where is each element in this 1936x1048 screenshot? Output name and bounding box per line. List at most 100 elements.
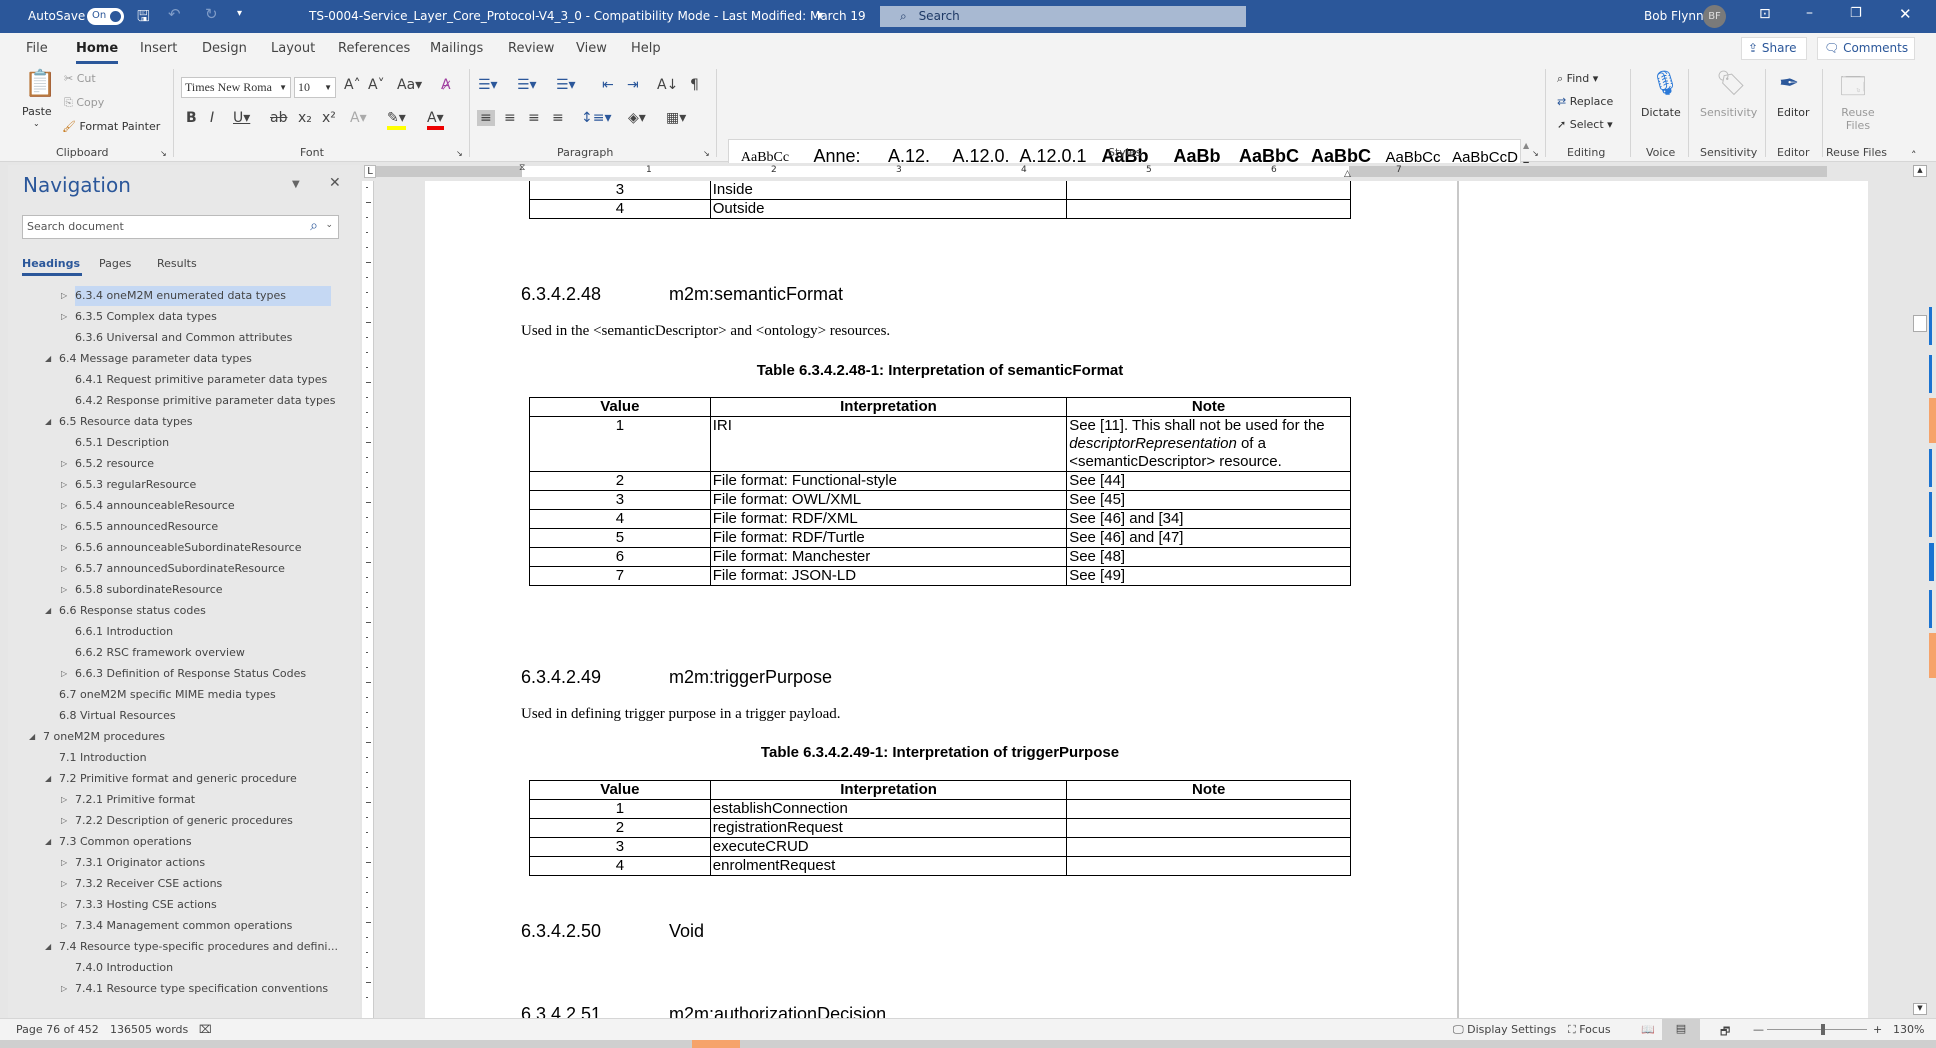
collapsed-triangle-icon[interactable]: ▷ <box>61 853 67 873</box>
nav-heading-item[interactable]: ◢ 6.4 Message parameter data types <box>45 349 252 369</box>
taskbar-app-indicator[interactable] <box>692 1040 740 1048</box>
tab-file[interactable]: File <box>26 41 48 56</box>
close-pane-icon[interactable]: ✕ <box>329 175 341 191</box>
tab-layout[interactable]: Layout <box>271 41 315 56</box>
paragraph-mark-icon[interactable]: ¶ <box>690 77 699 93</box>
format-painter-button[interactable]: 🖌 Format Painter <box>62 120 160 133</box>
nav-heading-item[interactable]: 6.5.1 Description <box>75 433 169 453</box>
document-page[interactable]: 2Leaving3Inside4Outside 6.3.4.2.48 m2m:sem… <box>425 181 1868 1018</box>
expanded-triangle-icon[interactable]: ◢ <box>45 601 51 621</box>
select-button[interactable]: ➚ Select ▾ <box>1557 118 1613 131</box>
nav-heading-item[interactable]: ◢ 7.2 Primitive format and generic proced… <box>45 769 297 789</box>
collapsed-triangle-icon[interactable]: ▷ <box>61 496 67 516</box>
nav-heading-item[interactable]: ▷ 6.5.2 resource <box>61 454 154 474</box>
title-dropdown-icon[interactable]: ▼ <box>817 11 823 20</box>
print-layout-icon[interactable]: ▤ <box>1662 1019 1700 1040</box>
read-mode-icon[interactable]: 📖 <box>1641 1023 1655 1036</box>
tab-view[interactable]: View <box>576 41 607 56</box>
scroll-thumb[interactable] <box>1913 315 1927 332</box>
collapsed-triangle-icon[interactable]: ▷ <box>61 580 67 600</box>
collapsed-triangle-icon[interactable]: ▷ <box>61 811 67 831</box>
pane-options-icon[interactable]: ▼ <box>292 179 300 190</box>
zoom-slider-thumb[interactable] <box>1820 1024 1825 1035</box>
vertical-scrollbar[interactable]: ▲ ▼ <box>1912 163 1928 1018</box>
restore-icon[interactable]: ❐ <box>1850 6 1862 21</box>
highlight-icon[interactable]: ✎▾ <box>387 110 406 130</box>
tab-mailings[interactable]: Mailings <box>430 41 483 56</box>
nav-heading-item[interactable]: ▷ 7.3.2 Receiver CSE actions <box>61 874 222 894</box>
nav-heading-item[interactable]: ▷ 6.5.3 regularResource <box>61 475 196 495</box>
search-icon[interactable]: ⌕ <box>310 218 318 234</box>
collapsed-triangle-icon[interactable]: ▷ <box>61 475 67 495</box>
proofing-icon[interactable]: ⌧ <box>199 1023 212 1036</box>
cut-button[interactable]: ✂ Cut <box>64 72 96 85</box>
microphone-icon[interactable]: 🎙 <box>1650 69 1680 97</box>
multilevel-list-icon[interactable]: ☰▾ <box>556 77 576 93</box>
nav-heading-item[interactable]: ◢ 6.6 Response status codes <box>45 601 206 621</box>
shrink-font-icon[interactable]: A˅ <box>368 77 385 93</box>
nav-heading-item[interactable]: 6.6.2 RSC framework overview <box>75 643 245 663</box>
minimize-icon[interactable]: – <box>1806 5 1813 21</box>
nav-heading-item[interactable]: ▷ 6.5.6 announceableSubordinateResource <box>61 538 301 558</box>
nav-heading-item[interactable]: ▷ 6.5.7 announcedSubordinateResource <box>61 559 285 579</box>
nav-heading-item[interactable]: ▷ 7.2.1 Primitive format <box>61 790 195 810</box>
nav-tab-results[interactable]: Results <box>157 257 197 270</box>
tab-help[interactable]: Help <box>631 41 661 56</box>
styles-scroll-up-icon[interactable]: ▲ <box>1523 141 1529 150</box>
page-count[interactable]: Page 76 of 452 <box>16 1023 99 1036</box>
collapsed-triangle-icon[interactable]: ▷ <box>61 979 67 999</box>
chevron-down-icon[interactable]: ⌄ <box>325 220 333 230</box>
editor-button[interactable]: Editor <box>1777 106 1810 119</box>
word-count[interactable]: 136505 words <box>110 1023 188 1036</box>
tab-home[interactable]: Home <box>76 41 119 64</box>
justify-icon[interactable]: ≡ <box>552 110 564 126</box>
expanded-triangle-icon[interactable]: ◢ <box>45 832 51 852</box>
bold-icon[interactable]: B <box>186 110 197 126</box>
zoom-slider[interactable] <box>1767 1029 1867 1030</box>
nav-heading-item[interactable]: ◢ 6.5 Resource data types <box>45 412 193 432</box>
nav-tab-pages[interactable]: Pages <box>99 257 131 270</box>
redo-icon[interactable]: ↻ <box>205 5 218 23</box>
nav-heading-item[interactable]: ▷ 7.2.2 Description of generic procedures <box>61 811 293 831</box>
reuse-files-button[interactable]: Reuse Files <box>1838 106 1878 132</box>
font-color-icon[interactable]: A▾ <box>427 110 444 130</box>
search-box[interactable]: ⌕ Search <box>880 6 1246 27</box>
comments-button[interactable]: 🗨 Comments <box>1817 37 1915 60</box>
find-button[interactable]: ⌕ Find ▾ <box>1557 72 1598 86</box>
italic-icon[interactable]: I <box>210 110 214 126</box>
first-line-indent-marker[interactable]: ⧖ <box>519 163 525 173</box>
underline-icon[interactable]: U▾ <box>233 110 250 126</box>
horizontal-ruler[interactable]: 1 2 3 4 5 6 7 ⧖ △ <box>372 163 1912 181</box>
replace-button[interactable]: ⇄ Replace <box>1557 95 1613 108</box>
avatar[interactable]: BF <box>1703 5 1726 28</box>
nav-heading-item[interactable]: ▷ 6.5.5 announcedResource <box>61 517 218 537</box>
tab-references[interactable]: References <box>338 41 410 56</box>
nav-heading-item[interactable]: ▷ 6.5.4 announceableResource <box>61 496 235 516</box>
align-left-icon[interactable]: ≡ <box>477 110 495 126</box>
decrease-indent-icon[interactable]: ⇤ <box>602 77 614 93</box>
collapse-ribbon-icon[interactable]: ˄ <box>1911 149 1917 162</box>
right-indent-marker[interactable]: △ <box>1344 169 1351 179</box>
nav-heading-item[interactable]: 6.7 oneM2M specific MIME media types <box>59 685 276 705</box>
clipboard-launcher-icon[interactable]: ↘ <box>160 149 167 158</box>
paste-button[interactable]: Paste <box>22 105 52 118</box>
search-document-input[interactable]: Search document ⌕ ⌄ <box>22 215 339 239</box>
tab-selector-icon[interactable]: L <box>364 165 376 178</box>
scroll-down-icon[interactable]: ▼ <box>1913 1003 1927 1015</box>
collapsed-triangle-icon[interactable]: ▷ <box>61 874 67 894</box>
focus-button[interactable]: ⛶ Focus <box>1568 1023 1611 1037</box>
dictate-button[interactable]: Dictate <box>1641 106 1681 119</box>
numbering-icon[interactable]: ☰▾ <box>517 77 537 93</box>
sensitivity-button[interactable]: Sensitivity <box>1700 106 1757 119</box>
borders-icon[interactable]: ▦▾ <box>666 110 686 126</box>
nav-heading-item[interactable]: ◢ 7 oneM2M procedures <box>29 727 165 747</box>
tab-design[interactable]: Design <box>202 41 247 56</box>
scroll-up-icon[interactable]: ▲ <box>1913 165 1927 177</box>
collapsed-triangle-icon[interactable]: ▷ <box>61 664 67 684</box>
subscript-icon[interactable]: x₂ <box>298 110 312 126</box>
ribbon-display-options-icon[interactable]: ⊡ <box>1759 6 1771 22</box>
paragraph-launcher-icon[interactable]: ↘ <box>703 149 710 158</box>
nav-heading-item[interactable]: 6.4.2 Response primitive parameter data … <box>75 391 335 411</box>
collapsed-triangle-icon[interactable]: ▷ <box>61 559 67 579</box>
collapsed-triangle-icon[interactable]: ▷ <box>61 790 67 810</box>
